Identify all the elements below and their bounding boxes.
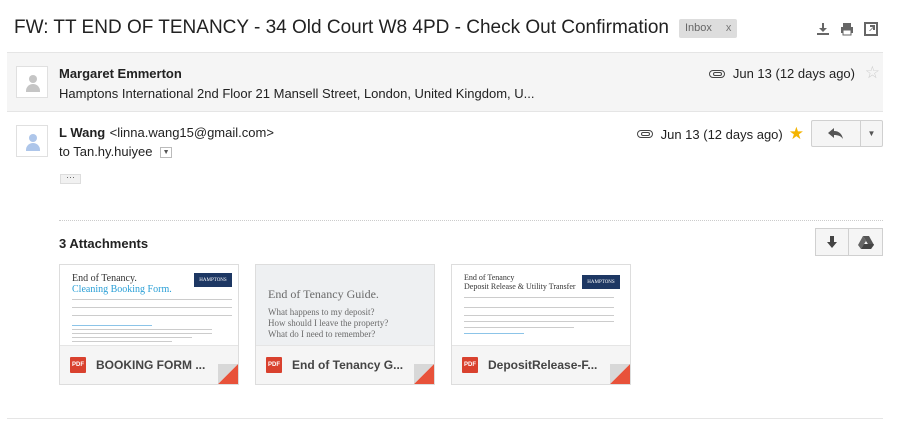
drive-icon <box>857 236 874 249</box>
page-corner-icon <box>218 364 238 384</box>
download-all-button[interactable] <box>815 228 849 256</box>
attachment-footer: PDF DepositRelease-F... <box>452 345 630 384</box>
email-subject: FW: TT END OF TENANCY - 34 Old Court W8 … <box>14 17 669 38</box>
inbox-label-chip[interactable]: Inbox x <box>678 18 738 38</box>
hamptons-logo: HAMPTONS <box>194 273 232 287</box>
message-meta: Jun 13 (12 days ago) <box>708 66 855 81</box>
attachment-card[interactable]: End of Tenancy Deposit Release & Utility… <box>451 264 631 385</box>
thumb-line: What happens to my deposit? <box>268 307 375 317</box>
sender-line: L Wang <linna.wang15@gmail.com> <box>59 124 274 142</box>
attachment-name: BOOKING FORM ... <box>96 358 206 372</box>
attachment-thumbnail: End of Tenancy Deposit Release & Utility… <box>452 265 630 345</box>
more-actions-button[interactable]: ▼ <box>861 120 883 147</box>
paperclip-icon <box>708 69 725 78</box>
thumb-line: How should I leave the property? <box>268 318 389 328</box>
attachments-title: 3 Attachments <box>59 236 149 251</box>
avatar <box>16 125 48 157</box>
avatar <box>16 66 48 98</box>
message-collapsed[interactable]: Margaret Emmerton Hamptons International… <box>7 52 883 112</box>
attachment-card[interactable]: End of Tenancy. Cleaning Booking Form. H… <box>59 264 239 385</box>
thread-toolbar <box>816 22 878 36</box>
attachment-name: End of Tenancy G... <box>292 358 404 372</box>
pdf-icon: PDF <box>266 357 282 373</box>
new-window-icon[interactable] <box>864 22 878 36</box>
thumb-line: What do I need to remember? <box>268 329 376 339</box>
to-prefix: to <box>59 144 70 159</box>
attachment-thumbnail: End of Tenancy. Cleaning Booking Form. H… <box>60 265 238 345</box>
show-trimmed-content-button[interactable]: ··· <box>60 173 81 184</box>
pdf-icon: PDF <box>462 357 478 373</box>
label-name: Inbox <box>684 22 712 34</box>
download-icon[interactable] <box>816 22 830 36</box>
bottom-divider <box>7 418 883 419</box>
attachment-footer: PDF BOOKING FORM ... <box>60 345 238 384</box>
thumb-title: End of Tenancy <box>464 273 515 282</box>
attachment-thumbnail: End of Tenancy Guide. What happens to my… <box>256 265 434 345</box>
sender-name: Margaret Emmerton <box>59 66 182 81</box>
paperclip-icon <box>636 130 653 138</box>
star-icon[interactable]: ★ <box>789 124 804 144</box>
reply-button-group: ▼ <box>811 120 883 147</box>
message-snippet: Hamptons International 2nd Floor 21 Mans… <box>59 86 535 101</box>
show-details-dropdown-icon[interactable]: ▼ <box>160 147 173 159</box>
attachments-actions <box>815 228 883 256</box>
sender-email: <linna.wang15@gmail.com> <box>109 125 274 140</box>
subject-row: FW: TT END OF TENANCY - 34 Old Court W8 … <box>14 16 738 40</box>
reply-icon <box>828 127 843 139</box>
message-date: Jun 13 (12 days ago) <box>732 66 855 81</box>
thumb-title: End of Tenancy Guide. <box>268 287 379 301</box>
remove-label-button[interactable]: x <box>726 22 732 34</box>
hamptons-logo: HAMPTONS <box>582 275 620 289</box>
attachment-name: DepositRelease-F... <box>488 358 598 372</box>
attachment-footer: PDF End of Tenancy G... <box>256 345 434 384</box>
download-icon <box>827 236 837 248</box>
recipient-line: to Tan.hy.huiyee ▼ <box>59 144 173 159</box>
sender-name[interactable]: L Wang <box>59 125 105 140</box>
save-to-drive-button[interactable] <box>849 228 883 256</box>
page-corner-icon <box>414 364 434 384</box>
recipient-name: Tan.hy.huiyee <box>73 144 153 159</box>
message-expanded: L Wang <linna.wang15@gmail.com> to Tan.h… <box>7 112 883 222</box>
reply-button[interactable] <box>811 120 861 147</box>
message-meta: Jun 13 (12 days ago) ★ <box>636 124 804 144</box>
page-corner-icon <box>610 364 630 384</box>
print-icon[interactable] <box>840 22 854 36</box>
thumb-title: End of Tenancy. <box>72 273 137 284</box>
thumb-subtitle: Cleaning Booking Form. <box>72 284 172 295</box>
message-date: Jun 13 (12 days ago) <box>660 126 783 142</box>
attachment-card[interactable]: End of Tenancy Guide. What happens to my… <box>255 264 435 385</box>
pdf-icon: PDF <box>70 357 86 373</box>
star-icon[interactable]: ☆ <box>865 63 880 83</box>
thumb-subtitle: Deposit Release & Utility Transfer <box>464 282 576 291</box>
attachments-divider <box>59 220 883 221</box>
